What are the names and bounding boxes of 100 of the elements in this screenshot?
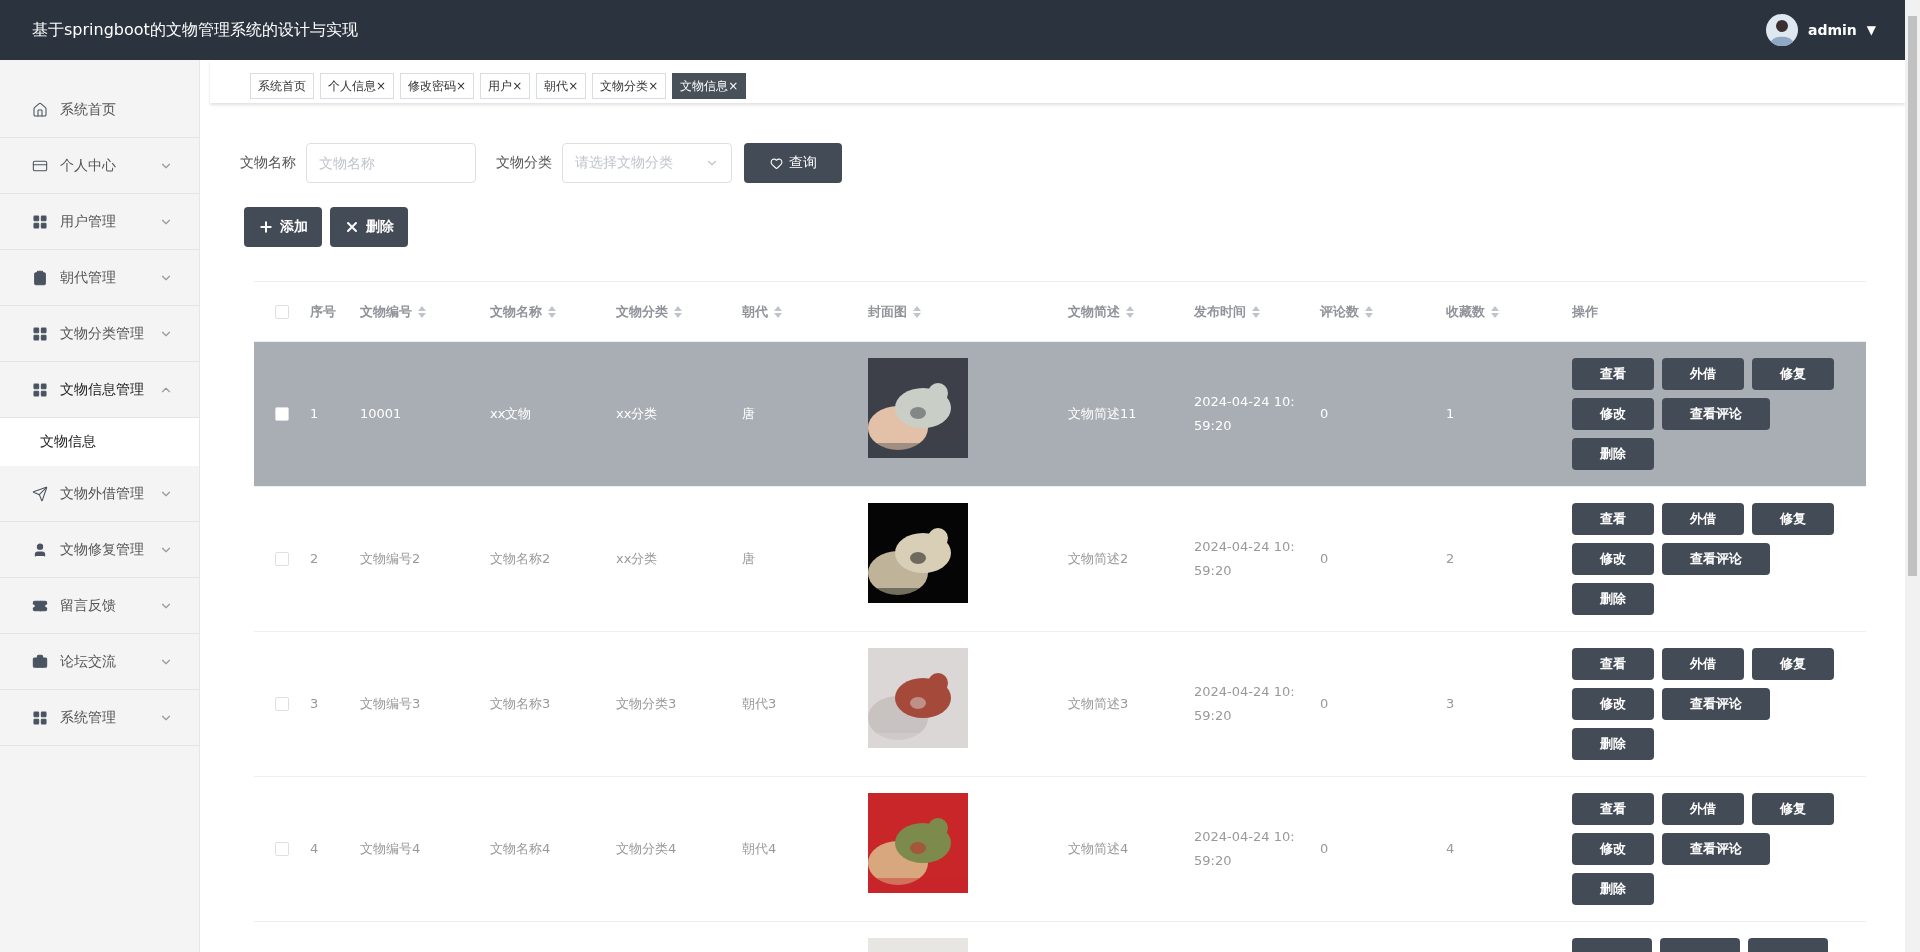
plus-icon — [258, 219, 274, 235]
action-button[interactable]: 查看评论 — [1662, 398, 1770, 430]
table-cell-text: 10001 — [360, 405, 403, 423]
table-cell-text: xx文物 — [490, 405, 533, 423]
table-cell-text: 文物名称2 — [490, 550, 552, 568]
action-button[interactable]: 修复 — [1752, 648, 1834, 680]
action-button[interactable]: 修改 — [1572, 543, 1654, 575]
name-input[interactable]: 文物名称 — [306, 143, 476, 183]
avatar[interactable] — [1765, 14, 1798, 46]
sort-icon[interactable] — [674, 305, 682, 318]
delete-button[interactable]: 删除 — [330, 207, 408, 247]
tab[interactable]: 朝代× — [536, 73, 587, 99]
action-button[interactable]: 删除 — [1572, 873, 1654, 905]
grid-icon — [32, 213, 48, 230]
grid-icon — [32, 709, 48, 726]
action-button[interactable]: 外借 — [1662, 358, 1744, 390]
table-cell-text: 3 — [310, 695, 320, 713]
action-button[interactable]: 查看评论 — [1662, 833, 1770, 865]
action-button[interactable]: 查看 — [1572, 503, 1654, 535]
table-cell-text: 3 — [1446, 695, 1456, 713]
table-cell-text: 文物编号2 — [360, 550, 422, 568]
briefcase-icon — [32, 653, 48, 670]
table-cell-text: 2024-04-24 10:59:20 — [1194, 683, 1296, 725]
tab[interactable]: 用户× — [480, 73, 531, 99]
table-cell-text: 0 — [1320, 695, 1330, 713]
table-cell-text: 朝代4 — [742, 840, 778, 858]
menu-item[interactable]: 用户管理 — [0, 194, 199, 250]
table-row[interactable]: 1 10001 xx文物 xx分类 唐 文物简述11 2024-04-24 10:59:20 0 1 查看 外借 修复 修改 查看评论 删除 — [254, 342, 1866, 487]
table-cell-text: 4 — [1446, 840, 1456, 858]
field-label: 文物分类 — [496, 154, 552, 172]
checkbox[interactable] — [275, 842, 289, 856]
table-cell-text: 2024-04-24 10:59:20 — [1194, 538, 1296, 580]
sort-icon[interactable] — [1252, 305, 1260, 318]
checkbox[interactable] — [275, 552, 289, 566]
table-cell-text: 2 — [310, 550, 320, 568]
menu-item[interactable]: 朝代管理 — [0, 250, 199, 306]
action-button[interactable]: 修改 — [1572, 688, 1654, 720]
tab[interactable]: 文物分类× — [592, 73, 667, 99]
caret-icon[interactable]: ▼ — [1866, 23, 1876, 37]
checkbox[interactable] — [275, 304, 289, 319]
sort-icon[interactable] — [913, 305, 921, 318]
table-cell-text: xx分类 — [616, 550, 659, 568]
clipboard-icon — [32, 269, 48, 286]
sort-icon[interactable] — [1365, 305, 1373, 318]
tab[interactable]: 个人信息× — [320, 73, 395, 99]
sort-icon[interactable] — [418, 305, 426, 318]
action-button[interactable]: 删除 — [1572, 438, 1654, 470]
heart-icon — [769, 156, 783, 170]
paper-plane-icon — [32, 485, 48, 502]
action-button[interactable]: 外借 — [1662, 648, 1744, 680]
action-button[interactable]: 修复 — [1752, 503, 1834, 535]
action-button[interactable]: 修复 — [1752, 793, 1834, 825]
sort-icon[interactable] — [1126, 305, 1134, 318]
table-cell-text: 文物简述11 — [1068, 405, 1138, 423]
table-cell-text: 0 — [1320, 550, 1330, 568]
grid-icon — [32, 381, 48, 398]
action-button[interactable]: 查看评论 — [1662, 688, 1770, 720]
action-button[interactable]: 外借 — [1662, 503, 1744, 535]
action-button[interactable]: 查看 — [1572, 793, 1654, 825]
action-button[interactable]: 删除 — [1572, 583, 1654, 615]
table-cell-text: 2024-04-24 10:59:20 — [1194, 393, 1296, 435]
tab[interactable]: 文物信息× — [672, 73, 747, 99]
submenu-item[interactable]: 文物信息 — [0, 418, 199, 466]
menu-item[interactable]: 论坛交流 — [0, 634, 199, 690]
table-cell-text: 文物简述2 — [1068, 550, 1130, 568]
tab[interactable]: 修改密码× — [400, 73, 475, 99]
action-button[interactable]: 删除 — [1572, 728, 1654, 760]
search-button[interactable]: 查询 — [744, 143, 842, 183]
field-label: 文物名称 — [240, 154, 296, 172]
table-cell-text: 0 — [1320, 840, 1330, 858]
add-button[interactable]: 添加 — [244, 207, 322, 247]
action-button[interactable]: 查看评论 — [1662, 543, 1770, 575]
menu-item[interactable]: 留言反馈 — [0, 578, 199, 634]
table-cell-text: 文物名称3 — [490, 695, 552, 713]
table-cell-text: 0 — [1320, 405, 1330, 423]
checkbox[interactable] — [275, 697, 289, 711]
action-button[interactable]: 修改 — [1572, 833, 1654, 865]
action-button[interactable]: 修改 — [1572, 398, 1654, 430]
sort-icon[interactable] — [548, 305, 556, 318]
user-name[interactable]: admin — [1807, 22, 1857, 38]
menu-item[interactable]: 系统首页 — [0, 82, 199, 138]
menu-item[interactable]: 系统管理 — [0, 690, 199, 746]
menu-item[interactable]: 文物外借管理 — [0, 466, 199, 522]
sort-icon[interactable] — [1491, 305, 1499, 318]
tab[interactable]: 系统首页 — [250, 73, 314, 99]
table-cell-text: 文物编号3 — [360, 695, 422, 713]
action-button[interactable]: 修复 — [1752, 358, 1834, 390]
close-icon — [344, 219, 360, 235]
user-icon — [32, 541, 48, 558]
action-button[interactable]: 查看 — [1572, 648, 1654, 680]
action-button[interactable]: 外借 — [1662, 793, 1744, 825]
checkbox[interactable] — [275, 407, 289, 421]
action-button[interactable]: 查看 — [1572, 358, 1654, 390]
table-cell-text: 2 — [1446, 550, 1456, 568]
menu-item[interactable]: 个人中心 — [0, 138, 199, 194]
sort-icon[interactable] — [774, 305, 782, 318]
home-icon — [32, 101, 48, 118]
column-header: 操作 — [1572, 302, 1599, 321]
menu-item[interactable]: 文物修复管理 — [0, 522, 199, 578]
menu-item[interactable]: 文物分类管理 — [0, 306, 199, 362]
